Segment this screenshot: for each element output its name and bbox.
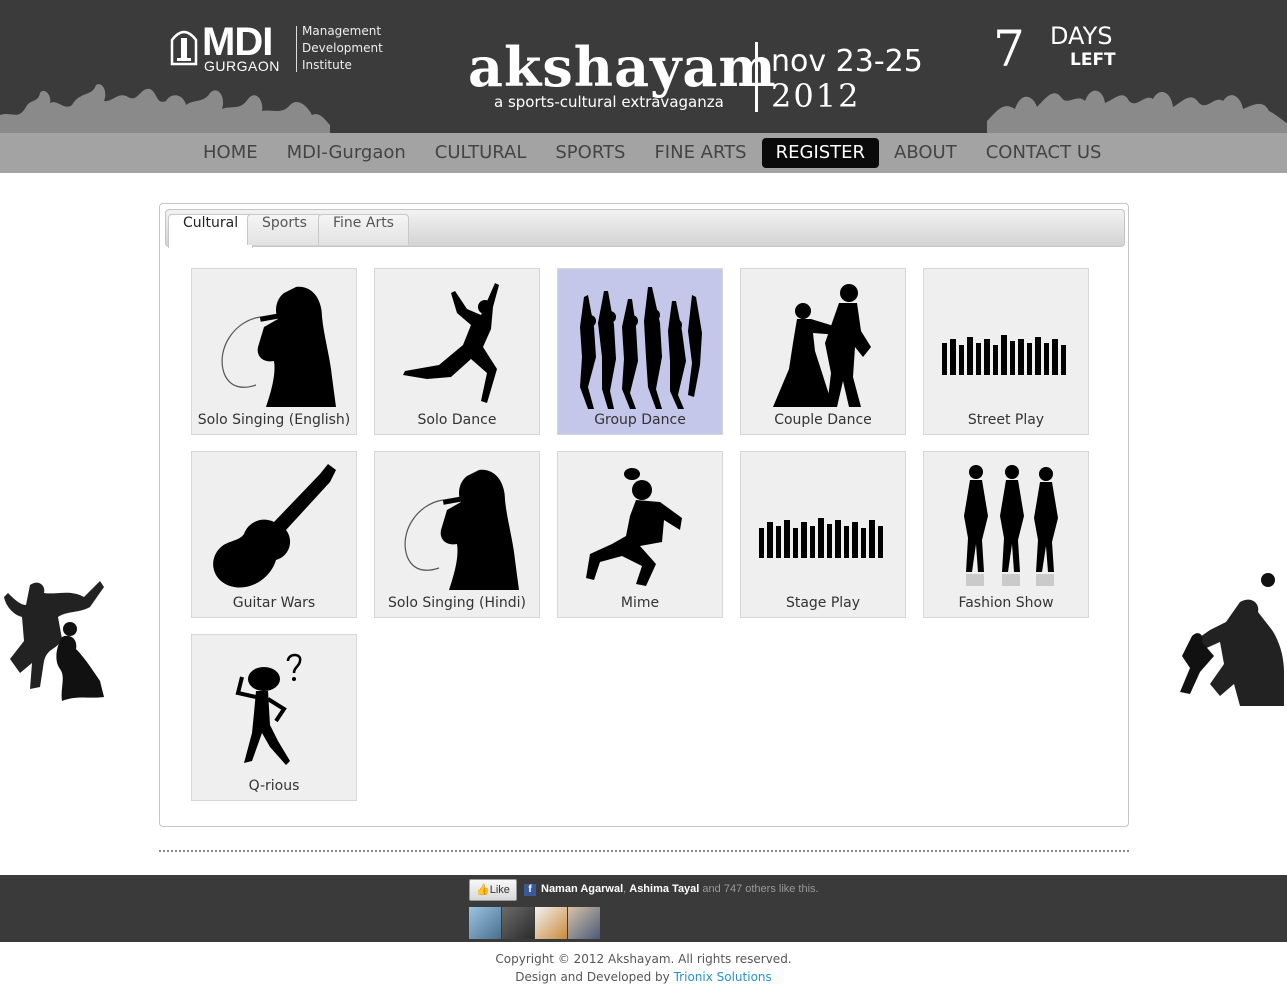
event-label: Guitar Wars (232, 595, 316, 611)
thinking-figure-icon (235, 653, 302, 765)
dotted-divider (159, 850, 1129, 852)
logo-line-3: Institute (302, 58, 352, 72)
facebook-icon: f (524, 884, 536, 896)
like-summary: Naman Agarwal, Ashima Tayal and 747 othe… (541, 883, 819, 895)
nav-fine-arts[interactable]: FINE ARTS (640, 138, 760, 168)
facebook-like-button[interactable]: 👍Like (469, 879, 517, 901)
avatar[interactable] (469, 907, 501, 939)
tab-fine-arts[interactable]: Fine Arts (318, 214, 409, 245)
avatar[interactable] (568, 907, 600, 939)
singer-silhouette-icon (221, 286, 336, 407)
credit-line: Design and Developed by Trionix Solution… (0, 970, 1287, 984)
event-tile-mime[interactable]: Mime (557, 451, 723, 618)
credit-prefix: Design and Developed by (515, 970, 670, 984)
event-tile-solo-dance[interactable]: Solo Dance (374, 268, 540, 435)
thumbs-up-icon: 👍 (476, 884, 490, 896)
liker-name[interactable]: Naman Agarwal (541, 883, 623, 895)
event-label: Q-rious (248, 778, 300, 794)
event-label: Fashion Show (958, 595, 1054, 611)
street-play-icon (942, 335, 1066, 375)
event-year: 2012 (771, 77, 861, 115)
avatar[interactable] (535, 907, 567, 939)
nav-contact-us[interactable]: CONTACT US (972, 138, 1116, 168)
fashion-show-icon (964, 465, 1058, 586)
group-dance-icon (580, 287, 702, 409)
tab-sports[interactable]: Sports (247, 214, 322, 245)
mime-icon (586, 468, 682, 586)
mdi-seal-icon (170, 30, 198, 66)
nav-cultural[interactable]: CULTURAL (421, 138, 541, 168)
logo-divider (296, 26, 297, 72)
dancers-decoration (4, 581, 104, 701)
credit-link[interactable]: Trionix Solutions (674, 970, 772, 984)
tab-cultural[interactable]: Cultural (168, 214, 254, 248)
guitar-icon (213, 464, 336, 588)
event-tile-solo-singing-english[interactable]: Solo Singing (English) (191, 268, 357, 435)
brand-divider (755, 42, 758, 112)
event-tile-stage-play[interactable]: Stage Play (740, 451, 906, 618)
nav-home[interactable]: HOME (189, 138, 272, 168)
nav-register[interactable]: REGISTER (761, 138, 880, 168)
couple-dance-icon (773, 284, 871, 407)
copyright-text: Copyright © 2012 Akshayam. All rights re… (495, 952, 792, 966)
event-tile-guitar-wars[interactable]: Guitar Wars (191, 451, 357, 618)
mdi-logo[interactable]: MDI GURGAON Management Development Insti… (168, 20, 383, 78)
event-label: Couple Dance (774, 412, 872, 428)
crowd-silhouette-right (987, 90, 1287, 133)
event-label: Mime (620, 595, 660, 611)
site-footer: 👍Like f Naman Agarwal, Ashima Tayal and … (0, 875, 1287, 942)
logo-city: GURGAON (204, 58, 280, 74)
event-tile-fashion-show[interactable]: Fashion Show (923, 451, 1089, 618)
crowd-silhouette-left (0, 84, 330, 133)
countdown-left-label: LEFT (1070, 50, 1116, 70)
singer-silhouette-icon (404, 469, 519, 590)
event-category-tabs: Cultural Sports Fine Arts (165, 209, 1125, 248)
nav-about[interactable]: ABOUT (880, 138, 971, 168)
event-dates: nov 23-25 (771, 44, 923, 79)
event-tile-group-dance[interactable]: Group Dance (557, 268, 723, 435)
main-nav: HOME MDI-Gurgaon CULTURAL SPORTS FINE AR… (0, 133, 1287, 173)
like-count-text: and 747 others like this. (702, 883, 819, 895)
event-label: Group Dance (594, 412, 686, 428)
event-label: Solo Dance (417, 412, 497, 428)
avatar[interactable] (502, 907, 534, 939)
logo-line-1: Management (302, 24, 382, 38)
liker-avatars (469, 907, 601, 939)
liker-name[interactable]: Ashima Tayal (629, 883, 699, 895)
event-label: Street Play (967, 412, 1045, 428)
event-label: Solo Singing (Hindi) (388, 595, 526, 611)
athletes-decoration (1180, 573, 1284, 706)
event-tile-solo-singing-hindi[interactable]: Solo Singing (Hindi) (374, 451, 540, 618)
nav-sports[interactable]: SPORTS (541, 138, 639, 168)
events-panel: Cultural Sports Fine Arts Solo Singing (… (159, 203, 1129, 827)
nav-mdi-gurgaon[interactable]: MDI-Gurgaon (273, 138, 420, 168)
brand-tagline: a sports-cultural extravaganza (494, 93, 724, 111)
countdown-days-label: DAYS (1050, 22, 1113, 50)
event-label: Solo Singing (English) (197, 412, 351, 428)
event-tile-street-play[interactable]: Street Play (923, 268, 1089, 435)
dancer-silhouette-icon (403, 283, 499, 403)
event-label: Stage Play (785, 595, 861, 611)
logo-line-2: Development (302, 41, 383, 55)
countdown-number: 7 (993, 20, 1025, 78)
stage-play-icon (759, 518, 883, 558)
event-tile-q-rious[interactable]: Q-rious (191, 634, 357, 801)
event-tile-couple-dance[interactable]: Couple Dance (740, 268, 906, 435)
like-label: Like (489, 884, 510, 896)
site-header: MDI GURGAON Management Development Insti… (0, 0, 1287, 133)
brand-title: akshayam (468, 35, 777, 99)
